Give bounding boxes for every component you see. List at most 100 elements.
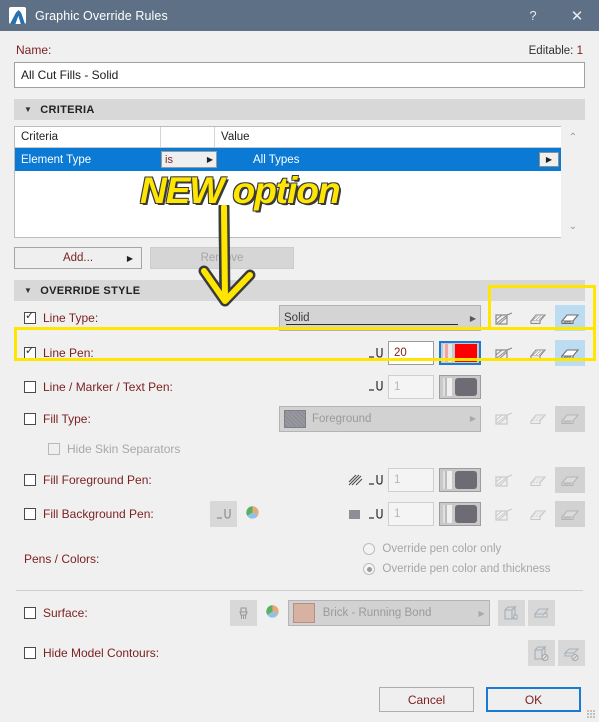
- line-type-dropdown[interactable]: Solid ▶: [279, 305, 481, 331]
- cancel-button[interactable]: Cancel: [379, 687, 474, 712]
- radio-label: Override pen color only: [382, 543, 502, 555]
- toggle-3d-cut-icon: [555, 405, 585, 432]
- name-input-value: All Cut Fills - Solid: [21, 68, 119, 82]
- radio-override-pen-color-and-thickness[interactable]: Override pen color and thickness: [363, 559, 551, 579]
- line-pen-number-input[interactable]: 20: [388, 341, 434, 365]
- cancel-label: Cancel: [407, 692, 446, 707]
- surface-value: Brick - Running Bond: [322, 607, 432, 619]
- toggle-3d-cut-icon: [555, 467, 585, 493]
- editable-label: Editable:: [528, 45, 574, 57]
- pens-colors-radio-group: Override pen color only Override pen col…: [363, 539, 551, 579]
- fill-background-pen-color-swatch: [439, 502, 481, 526]
- toggle-3d-uncut-icon: [522, 501, 552, 527]
- fill-type-view-toggles: [489, 405, 585, 432]
- add-criteria-button[interactable]: Add... ▶: [14, 247, 142, 269]
- radio-override-pen-color-only[interactable]: Override pen color only: [363, 539, 550, 559]
- toggle-surface-3d-icon: [497, 600, 525, 626]
- fill-background-pen-number-value: 1: [394, 508, 401, 520]
- line-type-label: Line Type:: [43, 311, 99, 325]
- toggle-hide-contour-section-icon: [558, 640, 585, 666]
- criteria-row-name: Element Type: [21, 153, 92, 166]
- hatch-pattern-icon: [348, 473, 363, 488]
- line-marker-text-pen-number-input: 1: [388, 374, 434, 399]
- surface-checkbox[interactable]: [24, 607, 36, 619]
- toggle-hide-contour-3d-icon: [528, 640, 555, 666]
- surface-dropdown: Brick - Running Bond ▶: [287, 600, 490, 626]
- name-input[interactable]: All Cut Fills - Solid: [14, 62, 585, 88]
- criteria-row-value-cell[interactable]: All Types ▶: [217, 152, 561, 167]
- row-hide-model-contours: Hide Model Contours:: [14, 635, 585, 671]
- criteria-value-dropdown-button[interactable]: ▶: [539, 152, 559, 167]
- fill-foreground-pen-color-swatch: [439, 468, 481, 492]
- criteria-section-header[interactable]: ▼ CRITERIA: [14, 99, 585, 120]
- toggle-cut-fill-icon: [489, 467, 519, 493]
- pen-nib-icon: [368, 507, 383, 522]
- toggle-3d-uncut-icon[interactable]: [522, 305, 552, 331]
- ok-button[interactable]: OK: [486, 687, 581, 712]
- override-style-section-header[interactable]: ▼ OVERRIDE STYLE: [14, 280, 585, 301]
- row-line-pen: Line Pen: 20: [14, 335, 585, 371]
- solid-swatch-icon: [348, 507, 363, 522]
- line-pen-checkbox[interactable]: [24, 344, 36, 359]
- fill-foreground-pen-checkbox[interactable]: [24, 474, 36, 486]
- fill-background-pen-label: Fill Background Pen:: [43, 507, 154, 521]
- criteria-operator-value: is: [165, 153, 173, 166]
- line-marker-text-pen-label: Line / Marker / Text Pen:: [43, 379, 173, 394]
- line-marker-text-pen-checkbox[interactable]: [24, 380, 36, 393]
- toggle-3d-uncut-icon[interactable]: [522, 340, 552, 366]
- fill-foreground-pen-number-value: 1: [394, 474, 401, 486]
- toggle-3d-cut-icon[interactable]: [555, 305, 585, 331]
- archicad-app-icon: [9, 7, 26, 24]
- criteria-table-wrap: Criteria Value Element Type is ▶ All Typ…: [14, 126, 585, 238]
- line-type-view-toggles: [489, 305, 585, 331]
- pen-nib-icon: [368, 379, 383, 394]
- fill-background-pen-controls: 1: [348, 502, 481, 526]
- radio-button[interactable]: [363, 543, 376, 555]
- caret-right-icon: ▶: [478, 608, 485, 618]
- row-fill-background-pen: Fill Background Pen: 1: [14, 497, 585, 531]
- column-header-operator: [161, 127, 215, 147]
- pen-nib-icon: [368, 346, 383, 361]
- caret-right-icon: ▶: [206, 155, 213, 164]
- criteria-scrollbar[interactable]: ⌃ ⌄: [561, 126, 585, 238]
- toggle-cut-fill-icon[interactable]: [489, 340, 519, 366]
- pen-gradient-bar: [443, 377, 452, 396]
- hide-skin-separators-label: Hide Skin Separators: [67, 442, 181, 456]
- resize-grip[interactable]: [587, 710, 595, 718]
- fill-type-value: Foreground: [312, 412, 372, 425]
- line-pen-view-toggles: [489, 340, 585, 366]
- fill-type-dropdown: Foreground ▶: [279, 405, 481, 432]
- remove-criteria-label: Remove: [200, 252, 244, 264]
- line-pen-color-swatch[interactable]: [439, 341, 481, 365]
- pen-color-chip: [455, 377, 477, 396]
- line-marker-text-pen-color-swatch: [439, 374, 481, 399]
- line-marker-text-pen-controls: 1: [368, 374, 481, 399]
- color-wheel-icon: [245, 505, 260, 523]
- caret-right-icon: ▶: [126, 253, 133, 263]
- row-fill-foreground-pen: Fill Foreground Pen: 1: [14, 463, 585, 497]
- name-row: Name: Editable: 1: [14, 31, 585, 62]
- toggle-cut-fill-icon[interactable]: [489, 305, 519, 331]
- row-line-type: Line Type: Solid ▶: [14, 301, 585, 335]
- fill-type-checkbox[interactable]: [24, 412, 36, 425]
- column-header-value: Value: [221, 131, 250, 143]
- fill-background-extra-icons: [209, 501, 260, 527]
- fill-background-pen-checkbox[interactable]: [24, 508, 36, 520]
- fill-type-label: Fill Type:: [43, 411, 91, 426]
- line-type-checkbox[interactable]: [24, 309, 36, 324]
- hide-model-contours-checkbox[interactable]: [24, 647, 36, 659]
- surface-color-swatch: [292, 603, 315, 623]
- dialog-content: Name: Editable: 1 All Cut Fills - Solid …: [0, 31, 599, 671]
- toggle-3d-cut-icon[interactable]: [555, 340, 585, 366]
- toggle-3d-uncut-icon: [522, 406, 552, 432]
- fill-foreground-pen-number-input: 1: [388, 468, 434, 492]
- table-row[interactable]: Element Type is ▶ All Types ▶: [15, 148, 561, 171]
- close-icon[interactable]: ✕: [555, 0, 599, 31]
- scroll-up-icon[interactable]: ⌃: [569, 132, 577, 143]
- help-icon[interactable]: ?: [511, 0, 555, 31]
- radio-button[interactable]: [363, 563, 376, 575]
- scroll-down-icon[interactable]: ⌄: [569, 221, 577, 232]
- line-pen-number-value: 20: [394, 347, 407, 359]
- editable-status: Editable: 1: [529, 45, 583, 57]
- criteria-operator-dropdown[interactable]: is ▶: [161, 151, 217, 168]
